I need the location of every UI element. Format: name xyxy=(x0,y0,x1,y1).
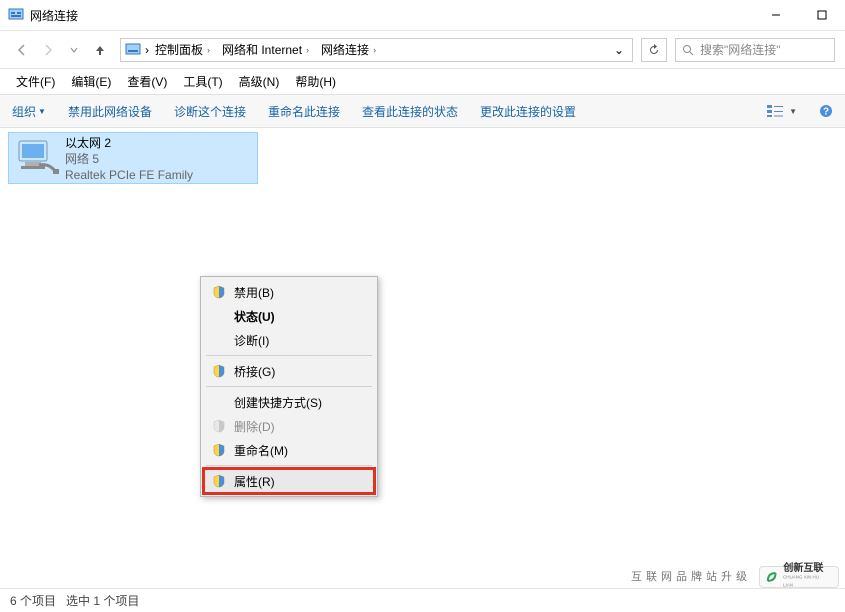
chevron-right-icon[interactable]: › xyxy=(373,45,376,55)
view-options-button[interactable]: ▼ xyxy=(767,104,797,118)
separator xyxy=(206,465,372,466)
cmd-disable-device[interactable]: 禁用此网络设备 xyxy=(68,103,152,120)
breadcrumb-network-connections[interactable]: 网络连接› xyxy=(315,39,382,61)
status-selected-count: 选中 1 个项目 xyxy=(66,592,139,609)
ctx-bridge[interactable]: 桥接(G) xyxy=(204,359,374,383)
minimize-button[interactable] xyxy=(753,0,799,30)
window-title: 网络连接 xyxy=(30,7,753,24)
shield-icon xyxy=(212,419,226,433)
network-icon xyxy=(125,42,141,58)
window-icon xyxy=(8,7,24,23)
adapter-item[interactable]: 以太网 2 网络 5 Realtek PCIe FE Family xyxy=(8,132,258,184)
ctx-properties[interactable]: 属性(R) xyxy=(204,469,374,493)
ctx-delete: 删除(D) xyxy=(204,414,374,438)
breadcrumb[interactable]: › 控制面板› 网络和 Internet› 网络连接› ⌄ xyxy=(120,38,633,62)
menu-help[interactable]: 帮助(H) xyxy=(289,71,342,92)
refresh-button[interactable] xyxy=(641,38,667,62)
shield-icon xyxy=(212,285,226,299)
content-area: 以太网 2 网络 5 Realtek PCIe FE Family 禁用(B) … xyxy=(0,128,845,588)
cmd-diagnose[interactable]: 诊断这个连接 xyxy=(174,103,246,120)
recent-locations-button[interactable] xyxy=(62,38,86,62)
cmd-view-status[interactable]: 查看此连接的状态 xyxy=(362,103,458,120)
adapter-name: 以太网 2 xyxy=(65,135,193,151)
ctx-disable[interactable]: 禁用(B) xyxy=(204,280,374,304)
menu-file[interactable]: 文件(F) xyxy=(10,71,61,92)
watermark-logo: 创新互联 CHUANG XIN HU LIAN xyxy=(759,566,839,588)
svg-text:?: ? xyxy=(823,107,829,118)
ctx-rename[interactable]: 重命名(M) xyxy=(204,438,374,462)
cmd-change-settings[interactable]: 更改此连接的设置 xyxy=(480,103,576,120)
status-bar: 6 个项目 选中 1 个项目 xyxy=(0,588,845,612)
search-placeholder: 搜索"网络连接" xyxy=(700,41,781,58)
address-bar: › 控制面板› 网络和 Internet› 网络连接› ⌄ 搜索"网络连接" xyxy=(0,30,845,68)
menubar: 文件(F) 编辑(E) 查看(V) 工具(T) 高级(N) 帮助(H) xyxy=(0,68,845,94)
separator xyxy=(206,386,372,387)
watermark-logo-icon xyxy=(764,569,779,585)
adapter-device: Realtek PCIe FE Family xyxy=(65,167,193,183)
chevron-right-icon[interactable]: › xyxy=(207,45,210,55)
shield-icon xyxy=(212,474,226,488)
command-bar: 组织▼ 禁用此网络设备 诊断这个连接 重命名此连接 查看此连接的状态 更改此连接… xyxy=(0,94,845,128)
menu-view[interactable]: 查看(V) xyxy=(121,71,173,92)
maximize-button[interactable] xyxy=(799,0,845,30)
breadcrumb-network-internet[interactable]: 网络和 Internet› xyxy=(216,39,315,61)
ctx-diagnose[interactable]: 诊断(I) xyxy=(204,328,374,352)
help-button[interactable]: ? xyxy=(819,104,833,118)
cmd-rename[interactable]: 重命名此连接 xyxy=(268,103,340,120)
shield-icon xyxy=(212,364,226,378)
ethernet-adapter-icon xyxy=(15,135,59,179)
adapter-status: 网络 5 xyxy=(65,151,193,167)
chevron-right-icon[interactable]: › xyxy=(306,45,309,55)
search-icon xyxy=(682,44,694,56)
breadcrumb-control-panel[interactable]: 控制面板› xyxy=(149,39,216,61)
up-button[interactable] xyxy=(88,38,112,62)
back-button[interactable] xyxy=(10,38,34,62)
forward-button[interactable] xyxy=(36,38,60,62)
organize-button[interactable]: 组织▼ xyxy=(12,103,46,120)
menu-edit[interactable]: 编辑(E) xyxy=(65,71,117,92)
context-menu: 禁用(B) 状态(U) 诊断(I) 桥接(G) 创建快捷方式(S) 删除(D) … xyxy=(200,276,378,497)
ctx-create-shortcut[interactable]: 创建快捷方式(S) xyxy=(204,390,374,414)
menu-tools[interactable]: 工具(T) xyxy=(177,71,228,92)
shield-icon xyxy=(212,443,226,457)
separator xyxy=(206,355,372,356)
history-dropdown-button[interactable]: ⌄ xyxy=(610,43,628,57)
titlebar: 网络连接 xyxy=(0,0,845,30)
search-input[interactable]: 搜索"网络连接" xyxy=(675,38,835,62)
status-item-count: 6 个项目 xyxy=(10,592,56,609)
menu-advanced[interactable]: 高级(N) xyxy=(233,71,286,92)
ctx-status[interactable]: 状态(U) xyxy=(204,304,374,328)
watermark-text: 互联网品牌站升级 xyxy=(0,568,755,584)
